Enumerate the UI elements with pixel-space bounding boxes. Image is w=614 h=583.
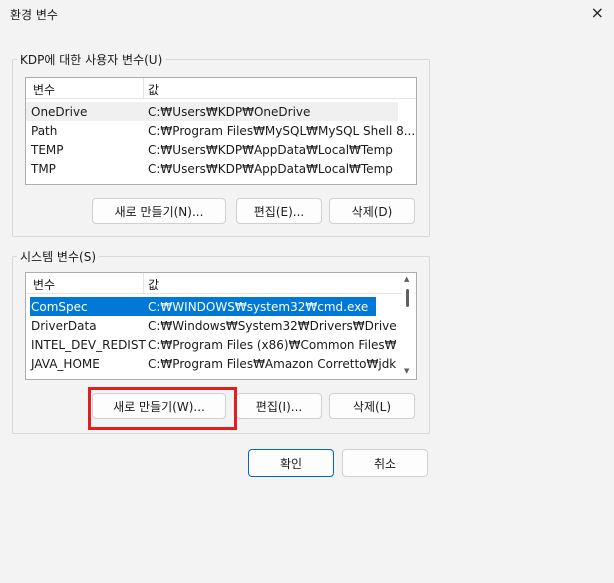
user-delete-button[interactable]: 삭제(D): [329, 198, 415, 224]
system-variables-list[interactable]: 변수 값 ComSpec C:₩WINDOWS₩system32₩cmd.exe…: [25, 272, 417, 380]
user-edit-button[interactable]: 편집(E)...: [236, 198, 322, 224]
variable-name: JAVA_HOME: [31, 357, 100, 371]
table-row[interactable]: TEMP C:₩Users₩KDP₩AppData₩Local₩Temp: [26, 140, 398, 159]
title-bar: 환경 변수 ×: [0, 0, 614, 30]
scroll-up-icon[interactable]: ▲: [404, 275, 409, 283]
variable-value: C:₩Windows₩System32₩Drivers₩DriverData: [148, 319, 396, 333]
variable-value: C:₩Program Files (x86)₩Common Files₩In..…: [148, 338, 396, 352]
system-delete-button[interactable]: 삭제(L): [329, 393, 415, 419]
variable-name: INTEL_DEV_REDIST: [31, 338, 146, 352]
table-row[interactable]: TMP C:₩Users₩KDP₩AppData₩Local₩Temp: [26, 159, 398, 178]
column-header-value[interactable]: 값: [148, 276, 159, 293]
list-header: 변수 값: [26, 78, 416, 99]
table-row-selected[interactable]: ComSpec C:₩WINDOWS₩system32₩cmd.exe: [30, 297, 376, 316]
scroll-thumb[interactable]: [406, 289, 409, 307]
list-header: 변수 값: [26, 273, 416, 294]
system-new-button[interactable]: 새로 만들기(W)...: [92, 393, 226, 419]
column-separator[interactable]: [143, 273, 144, 293]
close-icon[interactable]: ×: [591, 3, 604, 23]
system-edit-button[interactable]: 편집(I)...: [236, 393, 322, 419]
vertical-scrollbar[interactable]: ▲ ▼: [402, 273, 414, 379]
variable-value: C:₩Users₩KDP₩OneDrive: [148, 105, 311, 119]
table-row[interactable]: JAVA_HOME C:₩Program Files₩Amazon Corret…: [26, 354, 398, 373]
variable-name: DriverData: [31, 319, 97, 333]
variable-name: OneDrive: [31, 105, 88, 119]
variable-name: TEMP: [31, 143, 64, 157]
column-header-variable[interactable]: 변수: [33, 276, 55, 293]
column-separator[interactable]: [143, 78, 144, 98]
variable-name: TMP: [31, 162, 56, 176]
table-row[interactable]: DriverData C:₩Windows₩System32₩Drivers₩D…: [26, 316, 398, 335]
variable-name: Path: [31, 124, 58, 138]
variable-value: C:₩Program Files₩Amazon Corretto₩jdk21..…: [148, 357, 396, 371]
column-header-variable[interactable]: 변수: [33, 81, 55, 98]
window-title: 환경 변수: [10, 8, 58, 22]
system-variables-legend: 시스템 변수(S): [17, 248, 99, 265]
user-variables-legend: KDP에 대한 사용자 변수(U): [17, 51, 166, 68]
user-variables-list[interactable]: 변수 값 OneDrive C:₩Users₩KDP₩OneDrive Path…: [25, 77, 417, 185]
scroll-down-icon[interactable]: ▼: [404, 367, 409, 375]
user-new-button[interactable]: 새로 만들기(N)...: [92, 198, 226, 224]
variable-value: C:₩WINDOWS₩system32₩cmd.exe: [148, 300, 369, 314]
ok-button[interactable]: 확인: [248, 449, 334, 477]
column-header-value[interactable]: 값: [148, 81, 159, 98]
variable-name: ComSpec: [31, 300, 88, 314]
variable-value: C:₩Users₩KDP₩AppData₩Local₩Temp: [148, 143, 393, 157]
cancel-button[interactable]: 취소: [342, 449, 428, 477]
table-row[interactable]: OneDrive C:₩Users₩KDP₩OneDrive: [26, 102, 398, 121]
variable-value: C:₩Users₩KDP₩AppData₩Local₩Temp: [148, 162, 393, 176]
table-row[interactable]: INTEL_DEV_REDIST C:₩Program Files (x86)₩…: [26, 335, 398, 354]
table-row[interactable]: Path C:₩Program Files₩MySQL₩MySQL Shell …: [26, 121, 416, 140]
variable-value: C:₩Program Files₩MySQL₩MySQL Shell 8....: [148, 124, 417, 138]
